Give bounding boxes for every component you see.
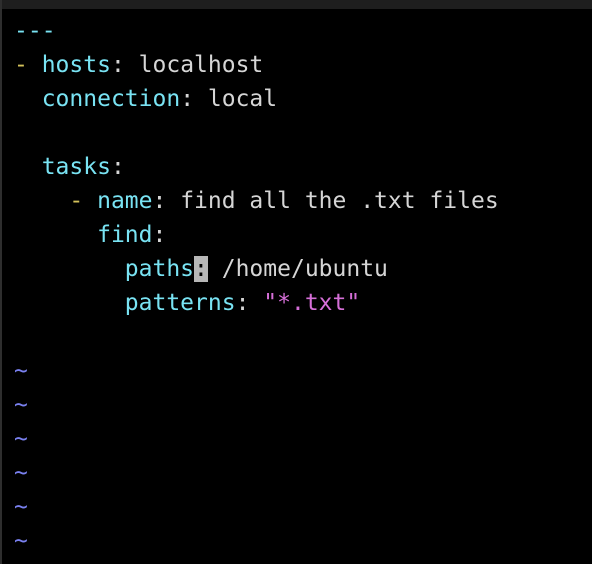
list-dash: - [14, 52, 42, 78]
yaml-key-paths: paths [124, 256, 195, 282]
buffer-text[interactable]: --- - hosts: localhost connection: local… [14, 14, 499, 558]
line-6: - name: find all the .txt files [14, 184, 499, 218]
yaml-key-hosts: hosts [41, 52, 111, 78]
vim-editor[interactable]: --- - hosts: localhost connection: local… [0, 0, 592, 564]
tilde-marker: ~ [14, 494, 28, 520]
list-dash: - [69, 188, 98, 214]
empty-buffer-line: ~ [14, 490, 499, 524]
colon: : [180, 86, 195, 112]
value-hosts: localhost [124, 52, 264, 78]
value-name: find all the .txt files [166, 188, 499, 214]
empty-buffer-line: ~ [14, 388, 499, 422]
line-3: connection: local [14, 82, 499, 116]
yaml-doc-start: --- [14, 18, 56, 44]
line-1: --- [14, 14, 499, 48]
tilde-marker: ~ [14, 358, 28, 384]
window-top-edge [2, 0, 592, 9]
text-cursor[interactable]: : [194, 256, 208, 282]
colon: : [152, 222, 167, 248]
tilde-marker: ~ [14, 426, 28, 452]
tilde-marker: ~ [14, 528, 28, 554]
line-9: patterns: "*.txt" [14, 286, 499, 320]
empty-buffer-line: ~ [14, 422, 499, 456]
value-paths: /home/ubuntu [207, 256, 388, 282]
empty-buffer-line: ~ [14, 524, 499, 558]
yaml-key-connection: connection [41, 86, 181, 112]
yaml-key-tasks: tasks [41, 154, 111, 180]
yaml-key-name: name [97, 188, 153, 214]
colon: : [235, 290, 250, 316]
line-7: find: [14, 218, 499, 252]
tilde-marker: ~ [14, 460, 28, 486]
yaml-key-find: find [97, 222, 153, 248]
colon: : [110, 52, 125, 78]
value-connection: local [194, 86, 278, 112]
line-8: paths: /home/ubuntu [14, 252, 499, 286]
colon: : [110, 154, 125, 180]
colon: : [152, 188, 167, 214]
tilde-marker: ~ [14, 392, 28, 418]
line-2: - hosts: localhost [14, 48, 499, 82]
line-4-empty [14, 116, 499, 150]
string-patterns: "*.txt" [263, 290, 361, 316]
line-5: tasks: [14, 150, 499, 184]
line-10-empty [14, 320, 499, 354]
empty-buffer-line: ~ [14, 456, 499, 490]
empty-buffer-line: ~ [14, 354, 499, 388]
yaml-key-patterns: patterns [124, 290, 236, 316]
